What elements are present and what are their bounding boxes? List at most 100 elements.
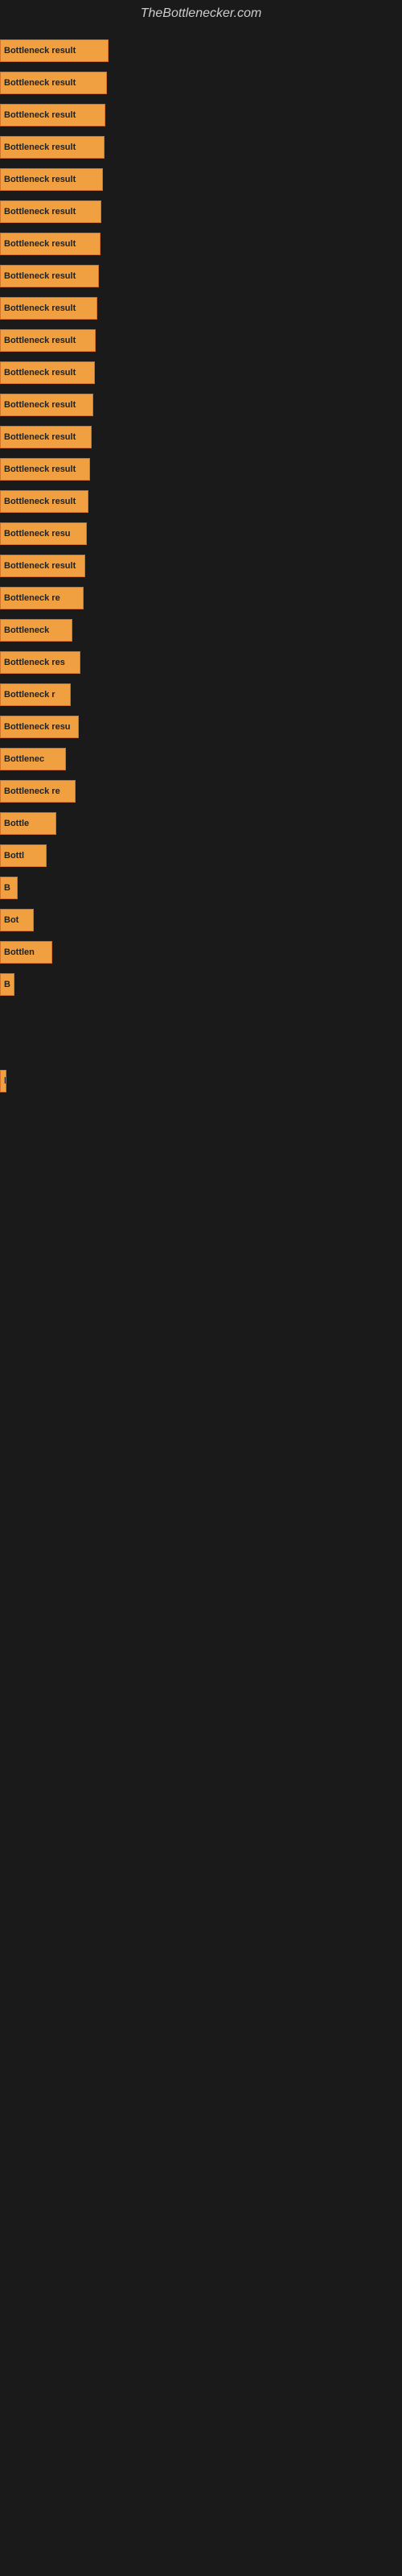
- bar-label: Bottleneck result: [4, 110, 76, 120]
- bar-label: Bot: [4, 915, 18, 925]
- bar-row: Bottleneck result: [0, 551, 402, 581]
- bar-row: Bottleneck result: [0, 68, 402, 98]
- bar-row: Bottleneck result: [0, 35, 402, 66]
- bar-row: B: [0, 873, 402, 903]
- bottleneck-bar[interactable]: Bottleneck result: [0, 233, 100, 255]
- bars-container: Bottleneck result Bottleneck result Bottle…: [0, 27, 402, 1203]
- bar-label: Bottleneck: [4, 625, 49, 635]
- bar-label: Bottleneck result: [4, 303, 76, 313]
- bar-label: Bottl: [4, 851, 24, 861]
- bar-row: Bottleneck result: [0, 261, 402, 291]
- bar-row: [0, 1034, 402, 1064]
- bar-row: Bottle: [0, 808, 402, 839]
- bar-row: Bottlenec: [0, 744, 402, 774]
- bottleneck-bar[interactable]: Bottleneck re: [0, 780, 76, 803]
- bar-row: B: [0, 969, 402, 1000]
- bar-row: [0, 1098, 402, 1129]
- bar-row: Bottleneck result: [0, 293, 402, 324]
- bottleneck-bar[interactable]: Bottleneck result: [0, 361, 95, 384]
- bottleneck-bar[interactable]: Bottleneck result: [0, 490, 88, 513]
- bottleneck-bar[interactable]: Bottleneck result: [0, 555, 85, 577]
- bottleneck-bar[interactable]: B: [0, 877, 18, 899]
- bar-label: Bottleneck result: [4, 175, 76, 184]
- bar-label: Bottleneck result: [4, 239, 76, 249]
- bottleneck-bar[interactable]: Bottleneck r: [0, 683, 71, 706]
- bar-label: Bottleneck result: [4, 432, 76, 442]
- bar-label: Bottleneck result: [4, 400, 76, 410]
- bar-row: Bottleneck result: [0, 325, 402, 356]
- bottleneck-bar[interactable]: Bottleneck result: [0, 458, 90, 481]
- bar-label: Bottleneck result: [4, 142, 76, 152]
- bar-label: Bottleneck resu: [4, 529, 71, 539]
- bar-label: Bottleneck re: [4, 593, 60, 603]
- bottleneck-bar[interactable]: Bottlenec: [0, 748, 66, 770]
- bottleneck-bar[interactable]: B: [0, 973, 14, 996]
- bar-label: Bottleneck re: [4, 786, 60, 796]
- bar-row: Bottleneck result: [0, 196, 402, 227]
- bottleneck-bar[interactable]: Bottleneck result: [0, 426, 92, 448]
- bar-row: Bottleneck result: [0, 422, 402, 452]
- bar-row: Bottleneck re: [0, 776, 402, 807]
- bottleneck-bar[interactable]: Bottleneck result: [0, 168, 103, 191]
- bar-row: Bottleneck result: [0, 229, 402, 259]
- bar-row: Bottlen: [0, 937, 402, 968]
- bar-label: Bottleneck res: [4, 658, 65, 667]
- bottleneck-bar[interactable]: Bottleneck result: [0, 394, 93, 416]
- bar-label: Bottleneck result: [4, 497, 76, 506]
- site-title: TheBottlenecker.com: [0, 0, 402, 27]
- bar-label: Bottleneck result: [4, 78, 76, 88]
- bar-label: Bottleneck result: [4, 271, 76, 281]
- bar-row: Bottl: [0, 840, 402, 871]
- bottleneck-bar[interactable]: Bottleneck: [0, 619, 72, 642]
- bar-label: Bottleneck r: [4, 690, 55, 700]
- bottleneck-bar[interactable]: Bottleneck result: [0, 72, 107, 94]
- bar-row: Bottleneck res: [0, 647, 402, 678]
- bottleneck-bar[interactable]: Bottle: [0, 812, 56, 835]
- bar-row: Bottleneck result: [0, 100, 402, 130]
- bar-row: Bottleneck result: [0, 357, 402, 388]
- bottleneck-bar[interactable]: Bottleneck result: [0, 329, 96, 352]
- bar-row: [0, 1130, 402, 1161]
- bottleneck-bar[interactable]: Bottleneck resu: [0, 522, 87, 545]
- bar-label: Bottleneck result: [4, 46, 76, 56]
- bar-row: Bottleneck result: [0, 164, 402, 195]
- bottleneck-bar[interactable]: Bot: [0, 909, 34, 931]
- bar-label: Bottle: [4, 819, 29, 828]
- bottleneck-bar[interactable]: Bottleneck result: [0, 265, 99, 287]
- bar-row: Bottleneck result: [0, 390, 402, 420]
- bar-row: Bottleneck re: [0, 583, 402, 613]
- bottleneck-bar[interactable]: Bottleneck result: [0, 297, 97, 320]
- bar-label: B: [4, 980, 10, 989]
- bottleneck-bar[interactable]: Bottleneck result: [0, 200, 101, 223]
- bottleneck-bar[interactable]: Bottleneck result: [0, 136, 105, 159]
- bar-row: Bottleneck result: [0, 486, 402, 517]
- bar-label: Bottleneck result: [4, 368, 76, 378]
- bar-row: Bottleneck result: [0, 454, 402, 485]
- bar-row: l: [0, 1066, 402, 1096]
- bar-label: Bottlen: [4, 947, 35, 957]
- bar-row: [0, 1001, 402, 1032]
- bar-label: Bottleneck resu: [4, 722, 71, 732]
- bar-label: Bottleneck result: [4, 207, 76, 217]
- bar-label: B: [4, 883, 10, 893]
- bottleneck-bar[interactable]: Bottleneck result: [0, 104, 105, 126]
- bar-row: Bottleneck resu: [0, 518, 402, 549]
- bar-row: Bottleneck result: [0, 132, 402, 163]
- bar-label: Bottlenec: [4, 754, 44, 764]
- bottleneck-bar[interactable]: Bottlen: [0, 941, 52, 964]
- bar-label: Bottleneck result: [4, 464, 76, 474]
- bottleneck-bar[interactable]: l: [0, 1070, 6, 1092]
- bottleneck-bar[interactable]: Bottl: [0, 844, 47, 867]
- bar-row: Bot: [0, 905, 402, 935]
- bar-row: Bottleneck r: [0, 679, 402, 710]
- bar-label: Bottleneck result: [4, 561, 76, 571]
- bottleneck-bar[interactable]: Bottleneck result: [0, 39, 109, 62]
- bottleneck-bar[interactable]: Bottleneck resu: [0, 716, 79, 738]
- bar-row: [0, 1162, 402, 1193]
- bar-row: Bottleneck: [0, 615, 402, 646]
- bottleneck-bar[interactable]: Bottleneck res: [0, 651, 80, 674]
- bar-row: Bottleneck resu: [0, 712, 402, 742]
- bar-label: Bottleneck result: [4, 336, 76, 345]
- bottleneck-bar[interactable]: Bottleneck re: [0, 587, 84, 609]
- bar-label: l: [4, 1076, 6, 1086]
